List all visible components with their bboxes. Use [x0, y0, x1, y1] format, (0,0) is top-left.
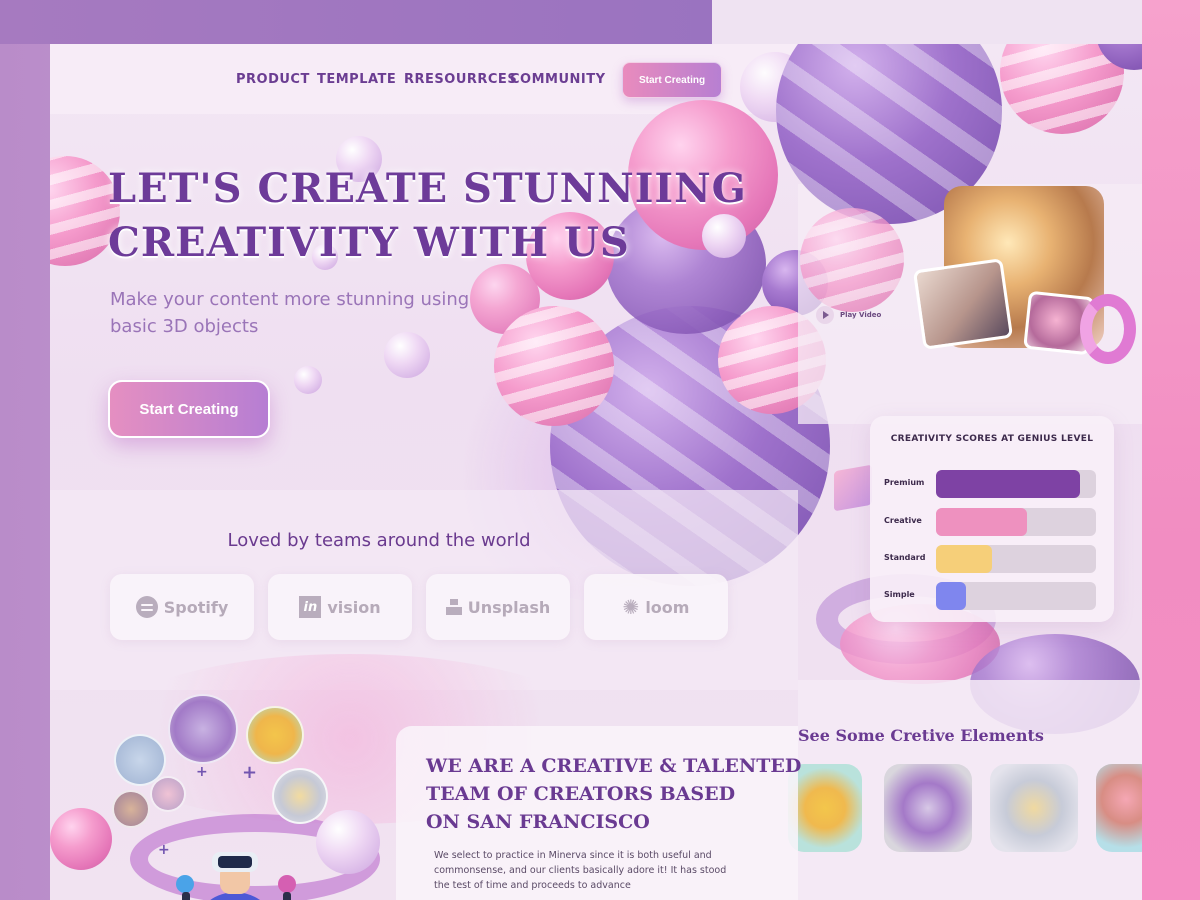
invision-icon: in — [299, 596, 322, 618]
team-desc-line-2: commonsense, and our clients basically a… — [434, 865, 727, 876]
nav-item-template[interactable]: TEMPLATE — [317, 72, 396, 87]
score-fill — [936, 470, 1080, 498]
plus-icon: + — [196, 764, 208, 780]
hero-start-creating-button[interactable]: Start Creating — [108, 380, 270, 438]
logo-unsplash-label: Unsplash — [467, 597, 551, 617]
decor-sphere — [494, 306, 614, 426]
bubble-image — [272, 768, 328, 824]
logo-loom: ✺ loom — [584, 574, 728, 640]
plus-icon: + — [242, 762, 258, 783]
creative-thumbnail[interactable] — [788, 764, 862, 852]
hero-title-line-2: CREATIVITY WITH US — [108, 219, 630, 266]
team-title: WE ARE A CREATIVE & TALENTED TEAM OF CRE… — [426, 752, 802, 836]
nav-item-community[interactable]: COMMUNITY — [510, 72, 606, 87]
bubble-image — [168, 694, 238, 764]
bubble-image — [150, 776, 186, 812]
team-description: We select to practice in Minerva since i… — [434, 848, 774, 893]
creative-thumbnail[interactable] — [1096, 764, 1142, 852]
score-fill — [936, 508, 1028, 536]
play-video-button[interactable]: Play Video — [816, 306, 881, 324]
logos-heading: Loved by teams around the world — [227, 530, 531, 551]
logo-invision: in vision — [268, 574, 412, 640]
nav-start-creating-button[interactable]: Start Creating — [622, 62, 722, 98]
logo-loom-label: loom — [645, 597, 690, 617]
plus-icon: + — [158, 842, 170, 858]
team-title-line-2: TEAM OF CREATORS BASED — [426, 783, 736, 805]
score-fill — [936, 545, 992, 573]
score-label: Simple — [884, 590, 915, 599]
decor-sphere — [800, 208, 904, 312]
logo-spotify-label: Spotify — [163, 597, 229, 617]
team-title-line-3: ON SAN FRANCISCO — [426, 811, 650, 833]
decor-cube — [834, 464, 872, 512]
hero-subtitle-line-2: basic 3D objects — [110, 316, 259, 337]
hero-title-line-1: LET'S CREATE STUNNIING — [108, 165, 747, 212]
nav-item-resources[interactable]: RRESOURRCES — [404, 72, 517, 87]
bubble-image — [246, 706, 304, 764]
hero-subtitle: Make your content more stunning using ba… — [110, 286, 510, 340]
spotify-icon — [135, 596, 158, 618]
score-track — [936, 582, 1096, 610]
hero-title: LET'S CREATE STUNNIING CREATIVITY WITH U… — [108, 162, 747, 270]
decor-sphere — [702, 214, 746, 258]
scores-title: CREATIVITY SCORES AT GENIUS LEVEL — [890, 434, 1094, 444]
abstract-image-left — [912, 258, 1014, 350]
team-title-line-1: WE ARE A CREATIVE & TALENTED — [426, 755, 802, 777]
team-desc-line-1: We select to practice in Minerva since i… — [434, 850, 712, 861]
score-label: Creative — [884, 516, 922, 525]
decor-sphere — [294, 366, 322, 394]
score-row-premium: Premium — [884, 470, 1098, 498]
logo-invision-label: vision — [327, 597, 381, 617]
background-top-right-card — [712, 0, 1142, 44]
score-track — [936, 470, 1096, 498]
team-desc-line-3: the test of time and proceeds to advance — [434, 880, 631, 891]
bubble-image — [112, 790, 150, 828]
creative-thumbnail[interactable] — [990, 764, 1078, 852]
decor-sphere — [316, 810, 380, 874]
unsplash-icon — [445, 599, 462, 615]
hero-subtitle-line-1: Make your content more stunning using — [110, 289, 470, 310]
score-track — [936, 508, 1096, 536]
decor-ring — [1080, 294, 1136, 364]
score-row-simple: Simple — [884, 582, 1098, 610]
background-right-strip — [1142, 0, 1200, 900]
play-video-label: Play Video — [840, 311, 882, 319]
vr-person-illustration — [176, 852, 296, 900]
score-label: Standard — [884, 553, 926, 562]
landing-page-canvas: PRODUCT TEMPLATE RRESOURRCES COMMUNITY S… — [50, 44, 1142, 900]
logo-spotify: Spotify — [110, 574, 254, 640]
score-row-standard: Standard — [884, 545, 1098, 573]
creative-elements-title: See Some Cretive Elements — [798, 726, 1044, 745]
score-label: Premium — [884, 478, 925, 487]
score-fill — [936, 582, 967, 610]
score-track — [936, 545, 1096, 573]
creativity-scores-card: CREATIVITY SCORES AT GENIUS LEVEL Premiu… — [870, 416, 1114, 622]
loom-icon: ✺ — [622, 595, 640, 619]
play-icon — [816, 306, 834, 324]
decor-sphere — [50, 808, 112, 870]
logo-unsplash: Unsplash — [426, 574, 570, 640]
score-row-creative: Creative — [884, 508, 1098, 536]
nav-item-product[interactable]: PRODUCT — [236, 72, 310, 87]
creative-thumbnail[interactable] — [884, 764, 972, 852]
